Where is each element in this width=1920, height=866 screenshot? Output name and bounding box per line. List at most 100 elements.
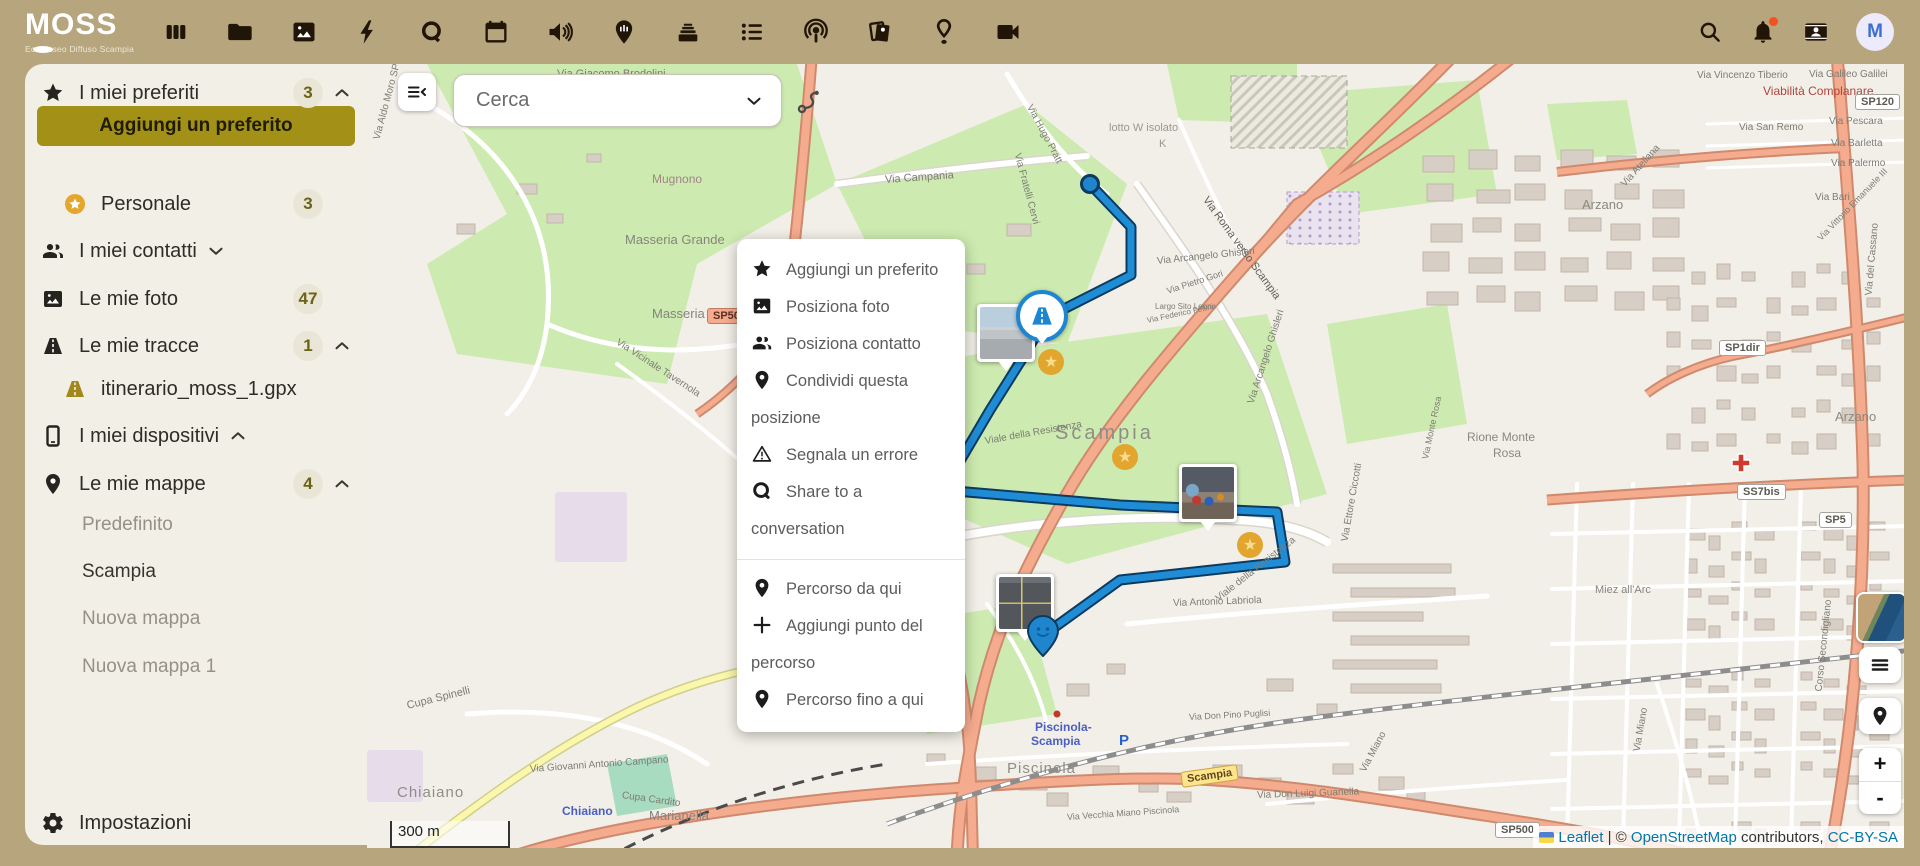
sidebar-item-track-file[interactable]: itinerario_moss_1.gpx xyxy=(25,367,367,411)
chevron-down-icon xyxy=(743,90,765,112)
context-menu-item[interactable]: Condividi questa posizione xyxy=(751,363,951,437)
context-menu-item[interactable]: Aggiungi punto del percorso xyxy=(751,608,951,682)
contacts-card-icon[interactable] xyxy=(1803,19,1829,45)
sidebar-item-personale[interactable]: Personale3 xyxy=(25,182,367,226)
sidebar-item-label: I miei preferiti xyxy=(79,82,199,105)
chevron-up-icon[interactable] xyxy=(331,335,353,357)
list-icon[interactable] xyxy=(738,18,766,46)
context-menu-item[interactable]: Segnala un errore xyxy=(751,437,951,474)
context-menu-item[interactable]: Share to a conversation xyxy=(751,474,951,548)
sidebar-item-settings[interactable]: Impostazioni xyxy=(25,801,367,845)
search-icon[interactable] xyxy=(1697,19,1723,45)
favorite-star-marker[interactable]: ★ xyxy=(1237,532,1263,558)
zoom-in-button[interactable]: + xyxy=(1859,748,1901,782)
leaflet-link[interactable]: Leaflet xyxy=(1558,829,1603,846)
app-name: MOSS xyxy=(25,10,140,40)
sidebar-map-item[interactable]: Nuova mappa xyxy=(82,599,352,639)
attribution: Leaflet | © OpenStreetMap contributors, … xyxy=(1533,826,1904,848)
explore-icon[interactable] xyxy=(418,18,446,46)
photo-marker[interactable] xyxy=(1179,464,1237,522)
pin-audio-icon[interactable] xyxy=(610,18,638,46)
plus-icon xyxy=(751,613,773,635)
sidebar-item-label: itinerario_moss_1.gpx xyxy=(101,378,297,401)
sidebar-map-item[interactable]: Nuova mappa 1 xyxy=(82,647,352,687)
favorite-star-marker[interactable]: ★ xyxy=(1112,444,1138,470)
sidebar: Aggiungi un preferito I miei preferiti3P… xyxy=(25,64,367,845)
app-logo[interactable]: MOSS Ecomuseo Diffuso Scampia xyxy=(0,10,140,54)
context-menu-item-label: Aggiungi un preferito xyxy=(786,261,938,279)
count-badge: 3 xyxy=(293,78,323,108)
context-menu-item-label: Percorso fino a qui xyxy=(786,691,924,709)
basemap-thumbnail[interactable] xyxy=(1856,592,1904,643)
sidebar-item-devices[interactable]: I miei dispositivi xyxy=(25,414,367,458)
context-menu-item[interactable]: Posiziona foto xyxy=(751,289,951,326)
context-menu-item[interactable]: Percorso fino a qui xyxy=(751,682,951,719)
folder-icon[interactable] xyxy=(226,18,254,46)
route-tool-icon[interactable] xyxy=(795,88,823,116)
video-icon[interactable] xyxy=(994,18,1022,46)
sidebar-item-favorites[interactable]: I miei preferiti 3 xyxy=(25,71,367,115)
context-menu-item-label: Percorso da qui xyxy=(786,580,902,598)
people-icon xyxy=(41,239,65,263)
sidebar-item-label: Personale xyxy=(101,193,191,216)
device-icon xyxy=(41,424,65,448)
search-select[interactable]: Cerca xyxy=(453,74,782,127)
count-badge: 47 xyxy=(293,284,323,314)
calendar-icon[interactable] xyxy=(482,18,510,46)
context-menu-item-label: Segnala un errore xyxy=(786,446,918,464)
pin-icon xyxy=(41,472,65,496)
sidebar-item-maps[interactable]: Le mie mappe4 xyxy=(25,462,367,506)
sidebar-item-tracks[interactable]: Le mie tracce1 xyxy=(25,324,367,368)
notification-dot xyxy=(1769,17,1778,26)
star-icon xyxy=(751,257,773,279)
osm-link[interactable]: OpenStreetMap xyxy=(1631,829,1737,846)
count-badge: 4 xyxy=(293,469,323,499)
notifications-bell-icon[interactable] xyxy=(1750,19,1776,45)
favorite-star-marker[interactable]: ★ xyxy=(1038,349,1064,375)
track-start-marker[interactable] xyxy=(1016,290,1068,342)
sidebar-item-photos[interactable]: Le mie foto47 xyxy=(25,277,367,321)
map-area[interactable]: Via Giacomo BrodoliniVia Aldo Moro SP422… xyxy=(367,64,1904,848)
track-end-pin[interactable] xyxy=(1026,615,1060,662)
stack-icon[interactable] xyxy=(674,18,702,46)
context-menu-item[interactable]: Aggiungi un preferito xyxy=(751,252,951,289)
collapse-sidebar-button[interactable] xyxy=(398,73,436,111)
chevron-up-icon[interactable] xyxy=(331,473,353,495)
chevron-up-icon[interactable] xyxy=(227,425,249,447)
sidebar-item-label: I miei contatti xyxy=(79,240,197,263)
license-link[interactable]: CC-BY-SA xyxy=(1828,829,1898,846)
cross-marker[interactable] xyxy=(1731,453,1751,478)
columns-icon[interactable] xyxy=(162,18,190,46)
pin-drop-icon[interactable] xyxy=(930,18,958,46)
chevron-up-icon[interactable] xyxy=(331,82,353,104)
attribution-separator: | © xyxy=(1603,829,1630,846)
zoom-control: + - xyxy=(1859,748,1901,814)
context-menu-item[interactable]: Posiziona contatto xyxy=(751,326,951,363)
context-menu-item[interactable]: Percorso da qui xyxy=(751,571,951,608)
podcast-icon[interactable] xyxy=(802,18,830,46)
layers-button[interactable] xyxy=(1859,647,1901,683)
photo-icon[interactable] xyxy=(290,18,318,46)
user-avatar[interactable]: M xyxy=(1856,13,1894,51)
speaker-icon[interactable] xyxy=(546,18,574,46)
ukraine-flag-icon xyxy=(1539,832,1554,843)
pin-icon xyxy=(751,687,773,709)
chevron-down-icon[interactable] xyxy=(205,240,227,262)
photo-stack-icon[interactable] xyxy=(866,18,894,46)
sidebar-map-item[interactable]: Predefinito xyxy=(82,505,352,545)
star-icon xyxy=(41,81,65,105)
top-nav-icons xyxy=(162,18,1022,46)
track-point-dot[interactable] xyxy=(1080,174,1100,194)
sidebar-item-contacts[interactable]: I miei contatti xyxy=(25,229,367,273)
menu-divider xyxy=(737,559,965,560)
sidebar-map-item[interactable]: Scampia xyxy=(82,552,352,592)
bolt-icon[interactable] xyxy=(354,18,382,46)
search-placeholder: Cerca xyxy=(476,89,529,112)
photo-icon xyxy=(751,294,773,316)
photo-thumbnail xyxy=(1182,467,1234,519)
top-right-actions: M xyxy=(1697,13,1920,51)
road-gold-icon xyxy=(63,377,87,401)
zoom-out-button[interactable]: - xyxy=(1859,782,1901,815)
scale-bar: 300 m xyxy=(390,821,510,848)
locate-button[interactable] xyxy=(1859,698,1901,734)
